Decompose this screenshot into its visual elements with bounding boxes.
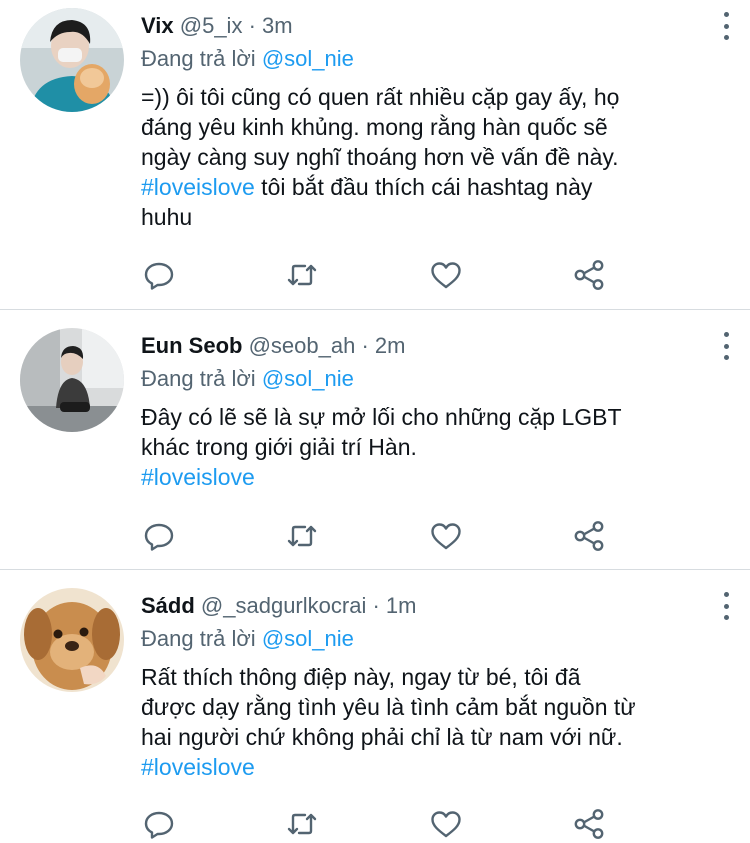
tweet-text: Rất thích thông điệp này, ngay từ bé, tô… — [141, 662, 721, 782]
display-name[interactable]: Eun Seob — [141, 333, 242, 358]
replying-to-label: Đang trả lời — [141, 366, 256, 391]
share-icon[interactable] — [571, 257, 607, 293]
tweet-text-line: Rất thích thông điệp này, ngay từ bé, tô… — [141, 664, 581, 690]
display-name[interactable]: Vix — [141, 13, 174, 38]
replying-to-label: Đang trả lời — [141, 626, 256, 651]
hashtag-link[interactable]: #loveislove — [141, 754, 255, 780]
tweet-text-line: huhu — [141, 204, 193, 230]
more-options-icon[interactable] — [718, 12, 734, 40]
avatar[interactable] — [20, 8, 124, 112]
more-options-icon[interactable] — [718, 332, 734, 360]
like-icon[interactable] — [428, 257, 464, 293]
timestamp[interactable]: 2m — [375, 333, 406, 358]
tweet-header: Sádd @_sadgurlkocrai · 1m — [141, 590, 730, 622]
tweet-text-line: Đây có lẽ sẽ là sự mở lối cho những cặp … — [141, 404, 622, 430]
user-handle[interactable]: @5_ix — [180, 13, 243, 38]
user-handle[interactable]: @_sadgurlkocrai — [201, 593, 366, 618]
tweet-header: Eun Seob @seob_ah · 2m — [141, 330, 730, 362]
more-options-icon[interactable] — [718, 592, 734, 620]
tweet-actions — [141, 806, 611, 842]
retweet-icon[interactable] — [284, 806, 320, 842]
replying-to: Đang trả lời @sol_nie — [141, 42, 730, 76]
user-handle[interactable]: @seob_ah — [249, 333, 356, 358]
like-icon[interactable] — [428, 518, 464, 554]
replying-to-label: Đang trả lời — [141, 46, 256, 71]
tweet-actions — [141, 257, 611, 293]
tweet-text-line: #loveislove — [141, 462, 721, 492]
reply-icon[interactable] — [141, 518, 177, 554]
tweet-text-line: khác trong giới giải trí Hàn. — [141, 434, 417, 460]
separator-dot: · — [372, 593, 380, 618]
hashtag-link[interactable]: #loveislove — [141, 464, 255, 490]
separator-dot: · — [361, 333, 369, 358]
avatar[interactable] — [20, 588, 124, 692]
tweet-text-line: #loveislove — [141, 752, 721, 782]
mention-link[interactable]: @sol_nie — [262, 366, 354, 391]
tweet-text-line: =)) ôi tôi cũng có quen rất nhiều cặp ga… — [141, 84, 620, 110]
reply-icon[interactable] — [141, 257, 177, 293]
tweet-text-fragment: tôi bắt đầu thích cái hashtag này — [254, 174, 593, 200]
display-name[interactable]: Sádd — [141, 593, 195, 618]
avatar[interactable] — [20, 328, 124, 432]
share-icon[interactable] — [571, 806, 607, 842]
like-icon[interactable] — [428, 806, 464, 842]
replying-to: Đang trả lời @sol_nie — [141, 362, 730, 396]
tweet-text-line: đáng yêu kinh khủng. mong rằng hàn quốc … — [141, 114, 608, 140]
separator-dot: · — [248, 13, 256, 38]
replying-to: Đang trả lời @sol_nie — [141, 622, 730, 656]
tweet-1[interactable]: Vix @5_ix · 3m Đang trả lời @sol_nie =))… — [0, 0, 750, 310]
timestamp[interactable]: 3m — [262, 13, 293, 38]
tweet-2[interactable]: Eun Seob @seob_ah · 2m Đang trả lời @sol… — [0, 310, 750, 570]
timestamp[interactable]: 1m — [386, 593, 417, 618]
hashtag-link[interactable]: #loveislove — [141, 174, 255, 200]
tweet-text: =)) ôi tôi cũng có quen rất nhiều cặp ga… — [141, 82, 721, 232]
tweet-text-line: hai người chứ không phải chỉ là từ nam v… — [141, 724, 623, 750]
tweet-text-line: #loveislove tôi bắt đầu thích cái hashta… — [141, 172, 721, 202]
reply-icon[interactable] — [141, 806, 177, 842]
tweet-text: Đây có lẽ sẽ là sự mở lối cho những cặp … — [141, 402, 721, 492]
tweet-actions — [141, 518, 611, 554]
retweet-icon[interactable] — [284, 257, 320, 293]
share-icon[interactable] — [571, 518, 607, 554]
retweet-icon[interactable] — [284, 518, 320, 554]
tweet-text-line: được dạy rằng tình yêu là tình cảm bắt n… — [141, 694, 636, 720]
tweet-3[interactable]: Sádd @_sadgurlkocrai · 1m Đang trả lời @… — [0, 570, 750, 843]
tweet-text-line: ngày càng suy nghĩ thoáng hơn về vấn đề … — [141, 144, 619, 170]
tweet-header: Vix @5_ix · 3m — [141, 10, 730, 42]
mention-link[interactable]: @sol_nie — [262, 46, 354, 71]
mention-link[interactable]: @sol_nie — [262, 626, 354, 651]
